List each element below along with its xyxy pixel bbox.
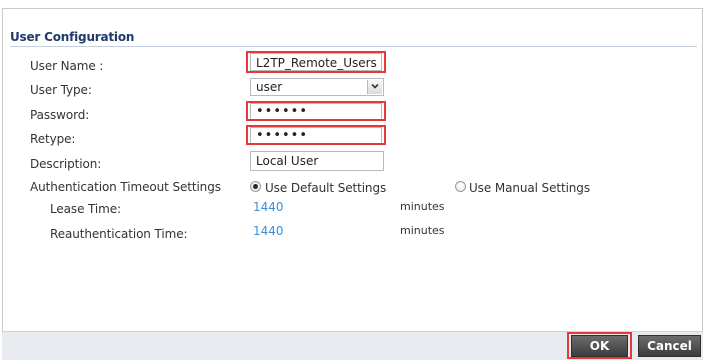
manual-settings-radio[interactable] xyxy=(455,181,466,192)
password-label: Password: xyxy=(30,108,90,122)
reauth-time-unit: minutes xyxy=(400,224,445,237)
user-type-select[interactable]: user xyxy=(250,78,384,96)
lease-time-value: 1440 xyxy=(253,200,284,214)
lease-time-label: Lease Time: xyxy=(50,202,121,216)
reauth-time-label: Reauthentication Time: xyxy=(50,227,188,241)
auth-timeout-label: Authentication Timeout Settings xyxy=(30,180,221,194)
reauth-time-value: 1440 xyxy=(253,224,284,238)
ok-button[interactable]: OK xyxy=(571,335,628,357)
password-input[interactable]: •••••• xyxy=(250,103,382,121)
user-name-label: User Name : xyxy=(30,59,104,73)
user-name-input[interactable]: L2TP_Remote_Users xyxy=(250,53,382,71)
description-input[interactable]: Local User xyxy=(250,151,384,171)
default-settings-radio[interactable] xyxy=(250,181,261,192)
description-label: Description: xyxy=(30,157,102,171)
lease-time-unit: minutes xyxy=(400,200,445,213)
select-arrow-button[interactable] xyxy=(367,80,382,94)
retype-label: Retype: xyxy=(30,132,76,146)
chevron-down-icon xyxy=(371,83,379,89)
default-settings-label[interactable]: Use Default Settings xyxy=(265,181,386,195)
retype-input[interactable]: •••••• xyxy=(250,127,382,145)
user-type-label: User Type: xyxy=(30,83,92,97)
manual-settings-label[interactable]: Use Manual Settings xyxy=(469,181,590,195)
user-type-value: user xyxy=(256,80,283,94)
cancel-button[interactable]: Cancel xyxy=(638,335,701,357)
section-title: User Configuration xyxy=(10,30,135,44)
